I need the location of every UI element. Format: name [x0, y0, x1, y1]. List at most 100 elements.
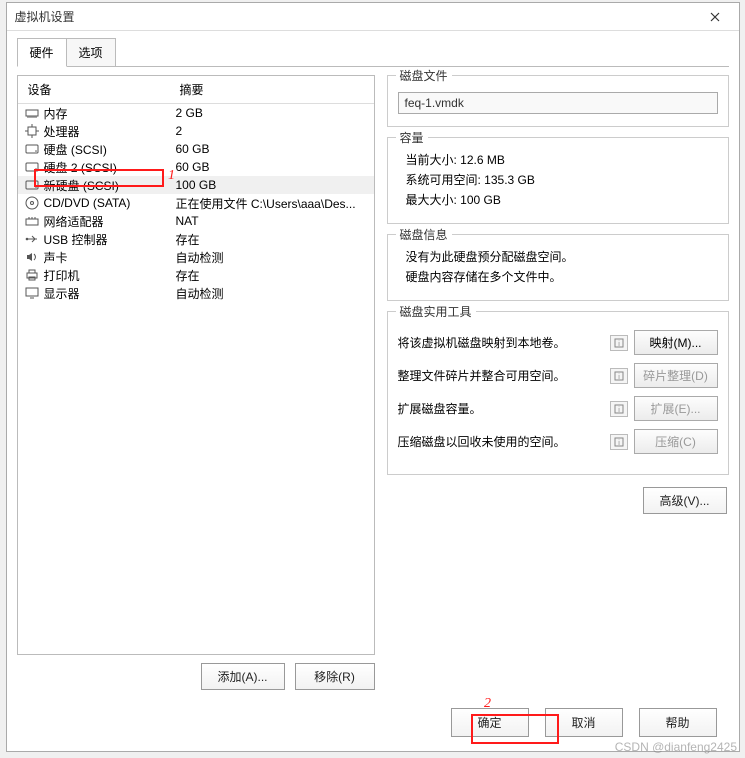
ok-button[interactable]: 确定 — [451, 708, 529, 737]
sound-icon — [24, 250, 40, 264]
device-summary: 100 GB — [176, 178, 368, 192]
device-summary: 存在 — [176, 231, 368, 248]
device-summary: 2 — [176, 124, 368, 138]
close-button[interactable] — [695, 5, 735, 29]
tabs: 硬件 选项 — [7, 31, 739, 66]
group-utilities: 磁盘实用工具 将该虚拟机磁盘映射到本地卷。i映射(M)...整理文件碎片并整合可… — [387, 311, 729, 475]
capacity-avail: 系统可用空间: 135.3 GB — [406, 171, 718, 188]
vm-settings-dialog: 虚拟机设置 硬件 选项 设备 摘要 内存2 GB处理器2硬盘 (SCSI)60 … — [6, 2, 740, 752]
utility-row: 整理文件碎片并整合可用空间。 i 碎片整理(D) — [398, 363, 718, 388]
utility-button[interactable]: 碎片整理(D) — [634, 363, 718, 388]
header-summary: 摘要 — [170, 76, 374, 103]
device-row[interactable]: 硬盘 (SCSI)60 GB — [18, 140, 374, 158]
tab-options[interactable]: 选项 — [67, 38, 116, 67]
diskinfo-line2: 硬盘内容存储在多个文件中。 — [406, 268, 718, 285]
device-summary: 2 GB — [176, 106, 368, 120]
device-summary: 自动检测 — [176, 285, 368, 302]
display-icon — [24, 286, 40, 300]
disk-file-field[interactable]: feq-1.vmdk — [398, 92, 718, 114]
device-row[interactable]: 网络适配器NAT — [18, 212, 374, 230]
printer-icon — [24, 268, 40, 282]
utility-text: 压缩磁盘以回收未使用的空间。 — [398, 433, 604, 450]
right-column: 磁盘文件 feq-1.vmdk 容量 当前大小: 12.6 MB 系统可用空间:… — [387, 75, 729, 698]
device-row[interactable]: 处理器2 — [18, 122, 374, 140]
group-title-utilities: 磁盘实用工具 — [396, 303, 476, 320]
tab-hardware[interactable]: 硬件 — [17, 38, 67, 67]
device-row[interactable]: USB 控制器存在 — [18, 230, 374, 248]
device-summary: 正在使用文件 C:\Users\aaa\Des... — [176, 195, 368, 212]
info-icon[interactable]: i — [610, 401, 628, 417]
device-summary: NAT — [176, 214, 368, 228]
device-name: 硬盘 (SCSI) — [44, 141, 176, 158]
net-icon — [24, 214, 40, 228]
device-name: 硬盘 2 (SCSI) — [44, 159, 176, 176]
device-rows: 内存2 GB处理器2硬盘 (SCSI)60 GB硬盘 2 (SCSI)60 GB… — [18, 104, 374, 302]
disk-icon — [24, 178, 40, 192]
left-column: 设备 摘要 内存2 GB处理器2硬盘 (SCSI)60 GB硬盘 2 (SCSI… — [17, 75, 375, 698]
device-summary: 存在 — [176, 267, 368, 284]
group-title-disk-info: 磁盘信息 — [396, 226, 452, 243]
device-summary: 60 GB — [176, 142, 368, 156]
device-summary: 自动检测 — [176, 249, 368, 266]
device-row[interactable]: 声卡自动检测 — [18, 248, 374, 266]
utility-row: 压缩磁盘以回收未使用的空间。 i 压缩(C) — [398, 429, 718, 454]
window-title: 虚拟机设置 — [15, 8, 695, 25]
device-table: 设备 摘要 内存2 GB处理器2硬盘 (SCSI)60 GB硬盘 2 (SCSI… — [17, 75, 375, 655]
utility-text: 将该虚拟机磁盘映射到本地卷。 — [398, 334, 604, 351]
group-disk-info: 磁盘信息 没有为此硬盘预分配磁盘空间。 硬盘内容存储在多个文件中。 — [387, 234, 729, 301]
device-name: 内存 — [44, 105, 176, 122]
capacity-max: 最大大小: 100 GB — [406, 191, 718, 208]
utility-row: 扩展磁盘容量。 i 扩展(E)... — [398, 396, 718, 421]
info-icon[interactable]: i — [610, 368, 628, 384]
disk-icon — [24, 160, 40, 174]
group-capacity: 容量 当前大小: 12.6 MB 系统可用空间: 135.3 GB 最大大小: … — [387, 137, 729, 224]
device-name: USB 控制器 — [44, 231, 176, 248]
device-summary: 60 GB — [176, 160, 368, 174]
disk-icon — [24, 142, 40, 156]
device-name: 打印机 — [44, 267, 176, 284]
diskinfo-line1: 没有为此硬盘预分配磁盘空间。 — [406, 248, 718, 265]
close-icon — [710, 12, 720, 22]
header-device: 设备 — [18, 76, 170, 103]
device-name: 网络适配器 — [44, 213, 176, 230]
content-area: 设备 摘要 内存2 GB处理器2硬盘 (SCSI)60 GB硬盘 2 (SCSI… — [7, 67, 739, 698]
titlebar: 虚拟机设置 — [7, 3, 739, 31]
device-row[interactable]: CD/DVD (SATA)正在使用文件 C:\Users\aaa\Des... — [18, 194, 374, 212]
cpu-icon — [24, 124, 40, 138]
memory-icon — [24, 106, 40, 120]
device-name: CD/DVD (SATA) — [44, 196, 176, 210]
utility-row: 将该虚拟机磁盘映射到本地卷。 i 映射(M)... — [398, 330, 718, 355]
cancel-button[interactable]: 取消 — [545, 708, 623, 737]
utility-button[interactable]: 扩展(E)... — [634, 396, 718, 421]
group-disk-file: 磁盘文件 feq-1.vmdk — [387, 75, 729, 127]
info-icon[interactable]: i — [610, 434, 628, 450]
device-name: 声卡 — [44, 249, 176, 266]
device-row[interactable]: 硬盘 2 (SCSI)60 GB — [18, 158, 374, 176]
utility-button[interactable]: 压缩(C) — [634, 429, 718, 454]
utility-text: 扩展磁盘容量。 — [398, 400, 604, 417]
device-table-header: 设备 摘要 — [18, 76, 374, 104]
device-row[interactable]: 内存2 GB — [18, 104, 374, 122]
add-button[interactable]: 添加(A)... — [201, 663, 285, 690]
device-row[interactable]: 打印机存在 — [18, 266, 374, 284]
device-row[interactable]: 显示器自动检测 — [18, 284, 374, 302]
device-name: 新硬盘 (SCSI) — [44, 177, 176, 194]
usb-icon — [24, 232, 40, 246]
help-button[interactable]: 帮助 — [639, 708, 717, 737]
group-title-capacity: 容量 — [396, 129, 428, 146]
remove-button[interactable]: 移除(R) — [295, 663, 375, 690]
watermark: CSDN @dianfeng2425 — [615, 740, 737, 754]
capacity-current: 当前大小: 12.6 MB — [406, 151, 718, 168]
advanced-button[interactable]: 高级(V)... — [643, 487, 727, 514]
annotation-label-2: 2 — [484, 696, 491, 712]
utility-text: 整理文件碎片并整合可用空间。 — [398, 367, 604, 384]
advanced-row: 高级(V)... — [387, 485, 729, 514]
device-row[interactable]: 新硬盘 (SCSI)100 GB — [18, 176, 374, 194]
info-icon[interactable]: i — [610, 335, 628, 351]
annotation-label-1: 1 — [168, 168, 175, 184]
cd-icon — [24, 196, 40, 210]
utility-button[interactable]: 映射(M)... — [634, 330, 718, 355]
device-name: 处理器 — [44, 123, 176, 140]
device-name: 显示器 — [44, 285, 176, 302]
group-title-disk-file: 磁盘文件 — [396, 67, 452, 84]
